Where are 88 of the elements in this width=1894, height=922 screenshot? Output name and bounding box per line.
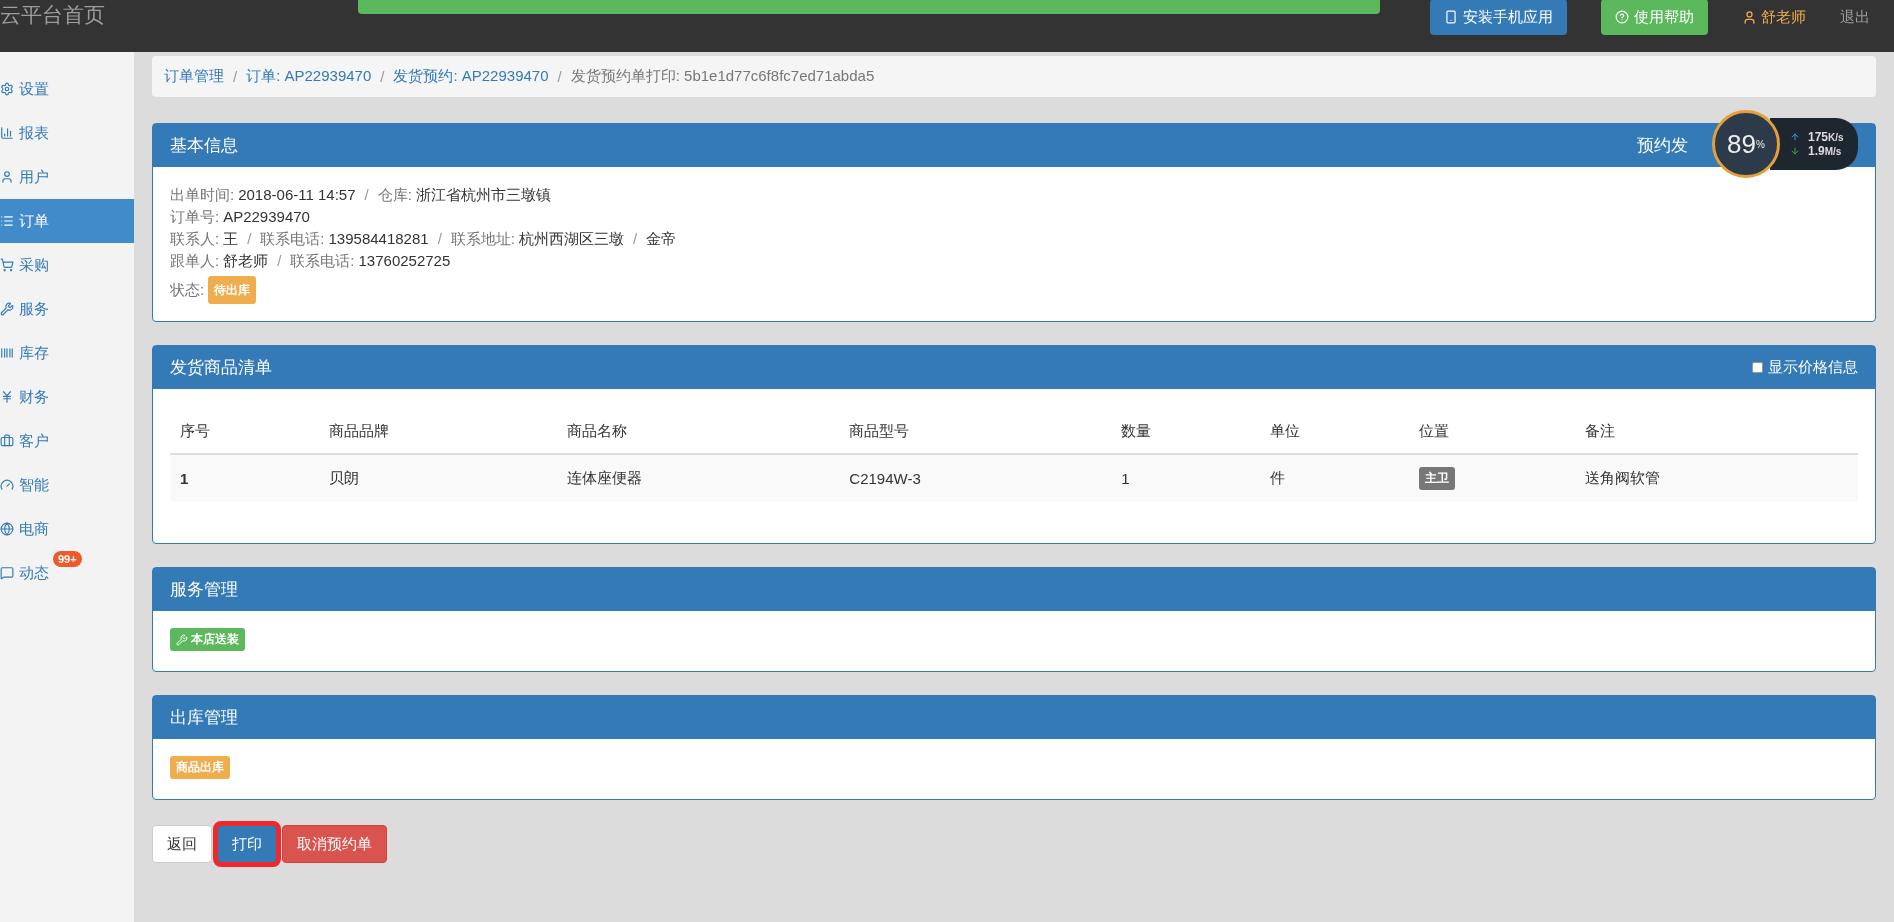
chat-icon: [0, 566, 14, 580]
field-value: 杭州西湖区三墩: [518, 229, 624, 249]
help-button[interactable]: 使用帮助: [1601, 0, 1708, 35]
table-cell: 件: [1260, 454, 1409, 502]
field-value: AP22939470: [223, 207, 310, 227]
help-icon: [1615, 10, 1629, 24]
breadcrumb-separator: /: [232, 68, 239, 85]
breadcrumb-link[interactable]: 订单管理: [164, 67, 224, 86]
yen-icon: [0, 390, 14, 404]
wrench-icon: [176, 633, 188, 646]
field-value: 王: [223, 229, 239, 249]
sidebar-item[interactable]: 电商: [0, 507, 134, 551]
header-note: 预约发: [1637, 135, 1688, 157]
sidebar-item[interactable]: 设置: [0, 67, 134, 111]
breadcrumb-separator: /: [556, 68, 563, 85]
list-icon: [0, 214, 14, 228]
field-label: 跟单人:: [170, 251, 220, 271]
sidebar-item[interactable]: 服务: [0, 287, 134, 331]
field-separator: /: [363, 185, 370, 205]
panel-title: 基本信息: [170, 135, 238, 157]
user-icon: [0, 170, 14, 184]
status-tag: 本店送装: [170, 628, 245, 651]
table-cell: 1: [170, 454, 319, 502]
table-cell: 贝朗: [318, 454, 557, 502]
logout-link[interactable]: 退出: [1840, 7, 1870, 27]
field-label: 出单时间:: [170, 185, 235, 205]
sidebar-item[interactable]: 订单: [0, 199, 134, 243]
panel-title: 服务管理: [170, 579, 238, 601]
breadcrumb-link[interactable]: 订单: AP22939470: [246, 67, 372, 86]
field-label: 订单号:: [170, 207, 220, 227]
field-separator: /: [631, 229, 639, 249]
breadcrumb-separator: /: [379, 68, 386, 85]
brand-title[interactable]: 云平台首页: [0, 1, 105, 29]
install-app-button[interactable]: 安装手机应用: [1430, 0, 1567, 35]
user-link[interactable]: 舒老师: [1742, 7, 1806, 27]
sidebar-item[interactable]: 智能: [0, 463, 134, 507]
barcode-icon: [0, 346, 14, 360]
field-label: 联系电话:: [260, 229, 325, 249]
panel-title: 出库管理: [170, 707, 238, 729]
field-separator: /: [246, 229, 253, 249]
sidebar-item[interactable]: 财务: [0, 375, 134, 419]
count-badge: 99+: [53, 551, 82, 567]
down-arrow-icon: [1790, 146, 1800, 156]
breadcrumb-link[interactable]: 发货预约: AP22939470: [393, 67, 549, 86]
sidebar-item[interactable]: 用户: [0, 155, 134, 199]
field-label: 状态:: [170, 280, 205, 300]
gear-icon: [0, 82, 14, 96]
cancel-button[interactable]: 取消预约单: [282, 825, 387, 863]
field-value: 金帝: [646, 229, 677, 249]
up-arrow-icon: [1790, 132, 1800, 142]
table-cell: 送角阀软管: [1575, 454, 1858, 502]
upload-speed: 175K/s: [1808, 130, 1844, 144]
table-cell: 连体座便器: [556, 454, 840, 502]
user-icon: [1742, 9, 1757, 25]
field-label: 仓库:: [377, 185, 412, 205]
panel-title: 发货商品清单: [170, 357, 272, 379]
checkbox-box[interactable]: [1752, 362, 1763, 373]
field-value: 2018-06-11 14:57: [238, 185, 356, 205]
table-cell: 1: [1111, 454, 1261, 502]
field-value: 浙江省杭州市三墩镇: [415, 185, 551, 205]
status-tag: 待出库: [208, 276, 257, 304]
breadcrumb-current: 发货预约单打印: 5b1e1d77c6f8fc7ed71abda5: [570, 67, 875, 86]
field-value: 舒老师: [223, 251, 269, 271]
download-speed: 1.9M/s: [1808, 144, 1842, 158]
field-separator: /: [276, 251, 283, 271]
field-value: 13760252725: [358, 251, 451, 271]
sidebar-item[interactable]: 采购: [0, 243, 134, 287]
location-tag: 主卫: [1418, 467, 1455, 490]
sidebar-item[interactable]: 动态 99+: [0, 551, 134, 595]
field-value: 139584418281: [328, 229, 429, 249]
price-checkbox[interactable]: 显示价格信息: [1752, 358, 1858, 377]
wrench-icon: [0, 302, 14, 316]
globe-icon: [0, 522, 14, 536]
phone-icon: [1444, 10, 1458, 24]
gauge-icon: [0, 478, 14, 492]
bar-chart-icon: [0, 126, 14, 140]
field-label: 联系人:: [170, 229, 220, 249]
briefcase-icon: [0, 434, 14, 448]
back-button[interactable]: 返回: [152, 825, 212, 863]
sidebar-item[interactable]: 客户: [0, 419, 134, 463]
field-label: 联系电话:: [290, 251, 355, 271]
sidebar-item[interactable]: 报表: [0, 111, 134, 155]
status-tag: 商品出库: [170, 756, 230, 779]
cart-icon: [0, 258, 14, 272]
field-separator: /: [436, 229, 443, 249]
field-label: 联系地址:: [450, 229, 515, 249]
table-cell: C2194W-3: [839, 454, 1112, 502]
sidebar-item[interactable]: 库存: [0, 331, 134, 375]
